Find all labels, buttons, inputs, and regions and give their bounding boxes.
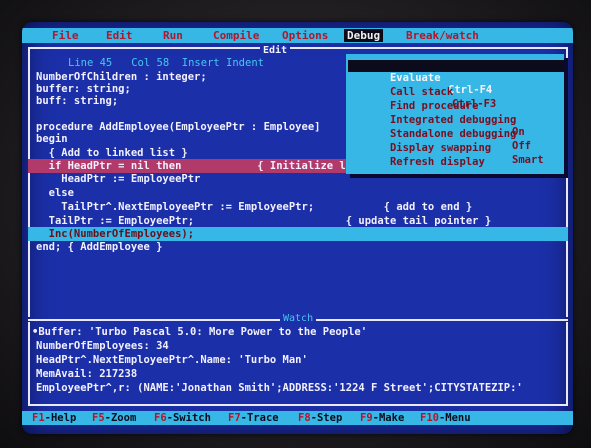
menu-file[interactable]: File <box>52 29 79 42</box>
f10-menu-key[interactable]: F10-Menu <box>420 412 471 424</box>
code-line[interactable]: end; { AddEmployee } <box>36 241 162 253</box>
key-action: -Zoom <box>104 412 137 424</box>
key-action: -Trace <box>240 412 279 424</box>
debug-dropdown-menu: Evaluate Ctrl-F4 Call stack Ctrl-F3 Find… <box>346 54 564 174</box>
key-action: -Make <box>372 412 405 424</box>
key-label: F5 <box>92 412 105 424</box>
f8-step-key[interactable]: F8-Step <box>298 412 342 424</box>
debug-menu-call-stack[interactable]: Call stack Ctrl-F3 <box>352 74 558 110</box>
menu-debug[interactable]: Debug <box>344 29 384 42</box>
code-line[interactable]: { Add to linked list } <box>36 147 188 159</box>
menu-bar: File Edit Run Compile Options Debug Brea… <box>22 28 573 43</box>
code-line[interactable]: begin <box>36 133 68 145</box>
f5-zoom-key[interactable]: F5-Zoom <box>92 412 136 424</box>
key-action: -Menu <box>438 412 471 424</box>
code-line[interactable]: buffer: string; <box>36 83 131 95</box>
debug-menu-display-swapping[interactable]: Display swapping Smart <box>352 130 558 166</box>
menu-break-watch[interactable]: Break/watch <box>406 29 479 42</box>
key-action: -Switch <box>166 412 211 424</box>
debug-menu-evaluate[interactable]: Evaluate Ctrl-F4 <box>348 60 564 96</box>
code-line[interactable]: HeadPtr := EmployeePtr <box>36 173 200 185</box>
f9-make-key[interactable]: F9-Make <box>360 412 404 424</box>
turbo-pascal-screen: File Edit Run Compile Options Debug Brea… <box>22 22 573 434</box>
debug-menu-integrated-debugging[interactable]: Integrated debugging On <box>352 102 558 138</box>
f6-switch-key[interactable]: F6-Switch <box>154 412 211 424</box>
menu-options[interactable]: Options <box>282 29 328 42</box>
code-line[interactable]: procedure AddEmployee(EmployeePtr : Empl… <box>36 121 320 133</box>
debug-menu-standalone-debugging[interactable]: Standalone debugging Off <box>352 116 558 152</box>
edit-window-title: Edit <box>260 45 291 57</box>
code-line-selected[interactable]: Inc(NumberOfEmployees); <box>36 228 194 240</box>
watch-expression[interactable]: MemAvail: 217238 <box>36 368 137 380</box>
debug-menu-find-procedure[interactable]: Find procedure <box>352 88 558 112</box>
key-label: F10 <box>420 412 439 424</box>
watch-expression[interactable]: NumberOfEmployees: 34 <box>36 340 169 352</box>
key-label: F1 <box>32 412 45 424</box>
key-label: F9 <box>360 412 373 424</box>
watch-expression[interactable]: •Buffer: 'Turbo Pascal 5.0: More Power t… <box>32 326 367 338</box>
menu-run[interactable]: Run <box>163 29 183 42</box>
key-action: -Step <box>310 412 343 424</box>
code-line[interactable]: TailPtr := EmployeePtr; { update tail po… <box>36 215 492 227</box>
editor-status-line: Line 45 Col 58 Insert Indent <box>68 57 264 69</box>
key-action: -Help <box>44 412 77 424</box>
key-label: F7 <box>228 412 241 424</box>
code-line[interactable]: TailPtr^.NextEmployeePtr := EmployeePtr;… <box>36 201 472 213</box>
debug-menu-refresh-display[interactable]: Refresh display <box>352 144 558 168</box>
code-line[interactable]: else <box>36 187 74 199</box>
watch-expression[interactable]: HeadPtr^.NextEmployeePtr^.Name: 'Turbo M… <box>36 354 308 366</box>
f1-help-key[interactable]: F1-Help <box>32 412 76 424</box>
code-line[interactable]: buff: string; <box>36 95 118 107</box>
key-label: F8 <box>298 412 311 424</box>
key-label: F6 <box>154 412 167 424</box>
code-line[interactable]: NumberOfChildren : integer; <box>36 71 207 83</box>
menu-edit[interactable]: Edit <box>106 29 133 42</box>
f7-trace-key[interactable]: F7-Trace <box>228 412 279 424</box>
menu-compile[interactable]: Compile <box>213 29 259 42</box>
watch-expression[interactable]: EmployeePtr^,r: (NAME:'Jonathan Smith';A… <box>36 382 523 394</box>
menu-item-label: Refresh display <box>389 156 485 168</box>
function-key-bar: F1-Help F5-Zoom F6-Switch F7-Trace F8-St… <box>22 411 573 425</box>
